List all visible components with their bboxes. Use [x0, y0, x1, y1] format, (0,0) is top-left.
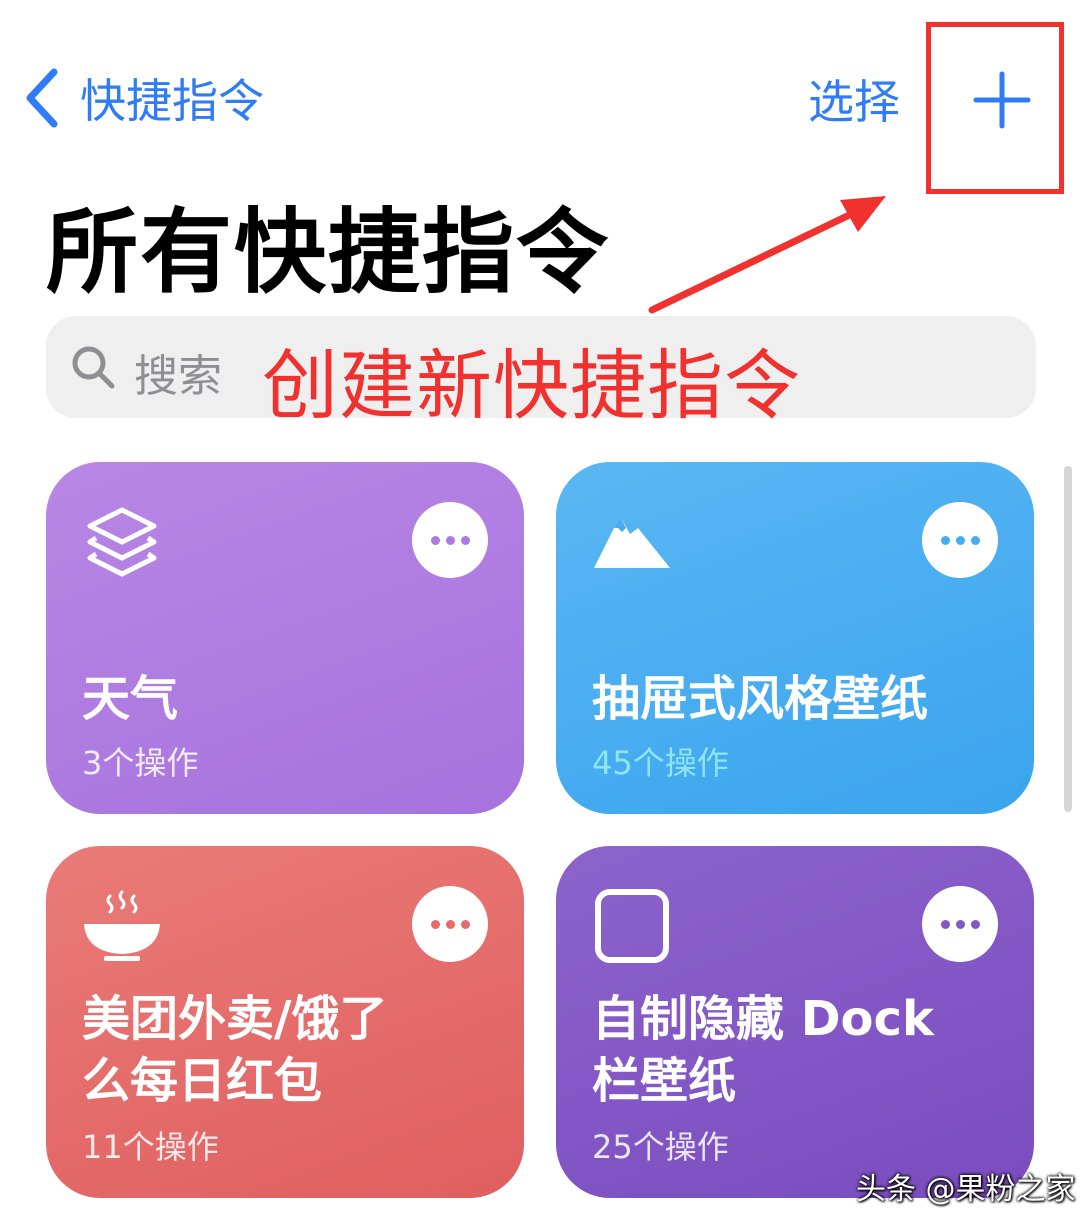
page-title: 所有快捷指令 — [46, 199, 611, 306]
shortcut-card-meituan-coupon[interactable]: 美团外卖/饿了 么每日红包 11个操作 — [46, 846, 524, 1198]
card-subtitle: 3个操作 — [82, 744, 199, 782]
layers-icon — [87, 507, 157, 577]
select-button[interactable]: 选择 — [808, 66, 900, 132]
more-button[interactable] — [412, 502, 488, 578]
card-title: 抽屉式风格壁纸 — [592, 671, 929, 727]
more-dot — [940, 919, 950, 929]
search-placeholder: 搜索 — [134, 351, 222, 402]
more-dot — [430, 535, 440, 545]
card-title: 天气 — [82, 671, 179, 727]
more-button[interactable] — [412, 886, 488, 962]
card-subtitle: 45个操作 — [592, 744, 729, 782]
more-dot — [445, 919, 455, 929]
highlight-box-annotation — [926, 22, 1064, 194]
watermark: 头条 @果粉之家 — [856, 1172, 1076, 1207]
square-icon — [595, 889, 669, 963]
card-title-line2: 么每日红包 — [82, 1053, 323, 1109]
shortcut-card-drawer-wallpaper[interactable]: 抽屉式风格壁纸 45个操作 — [556, 462, 1034, 814]
bowl-icon — [84, 890, 160, 961]
more-dot — [955, 919, 965, 929]
annotation-label: 创建新快捷指令 — [262, 341, 801, 430]
more-dot — [430, 919, 440, 929]
shortcut-card-weather[interactable]: 天气 3个操作 — [46, 462, 524, 814]
more-button[interactable] — [922, 502, 998, 578]
more-dot — [970, 919, 980, 929]
annotation-arrow-icon — [648, 196, 886, 314]
card-title-line2: 栏壁纸 — [592, 1053, 737, 1109]
card-subtitle: 11个操作 — [82, 1128, 219, 1166]
more-dot — [445, 535, 455, 545]
mountain-icon — [594, 516, 670, 568]
more-dot — [940, 535, 950, 545]
card-subtitle: 25个操作 — [592, 1128, 729, 1166]
more-button[interactable] — [922, 886, 998, 962]
more-dot — [955, 535, 965, 545]
back-button[interactable]: 快捷指令 — [22, 62, 264, 134]
card-title-line1: 自制隐藏 Dock — [592, 991, 934, 1047]
shortcut-card-hide-dock-wallpaper[interactable]: 自制隐藏 Dock 栏壁纸 25个操作 — [556, 846, 1034, 1198]
more-dot — [460, 919, 470, 929]
card-title-line1: 美团外卖/饿了 — [82, 991, 388, 1047]
more-dot — [970, 535, 980, 545]
more-dot — [460, 535, 470, 545]
chevron-left-icon — [26, 68, 58, 128]
scrollbar[interactable] — [1064, 466, 1072, 812]
search-icon — [72, 346, 115, 389]
back-button-label: 快捷指令 — [80, 74, 264, 128]
